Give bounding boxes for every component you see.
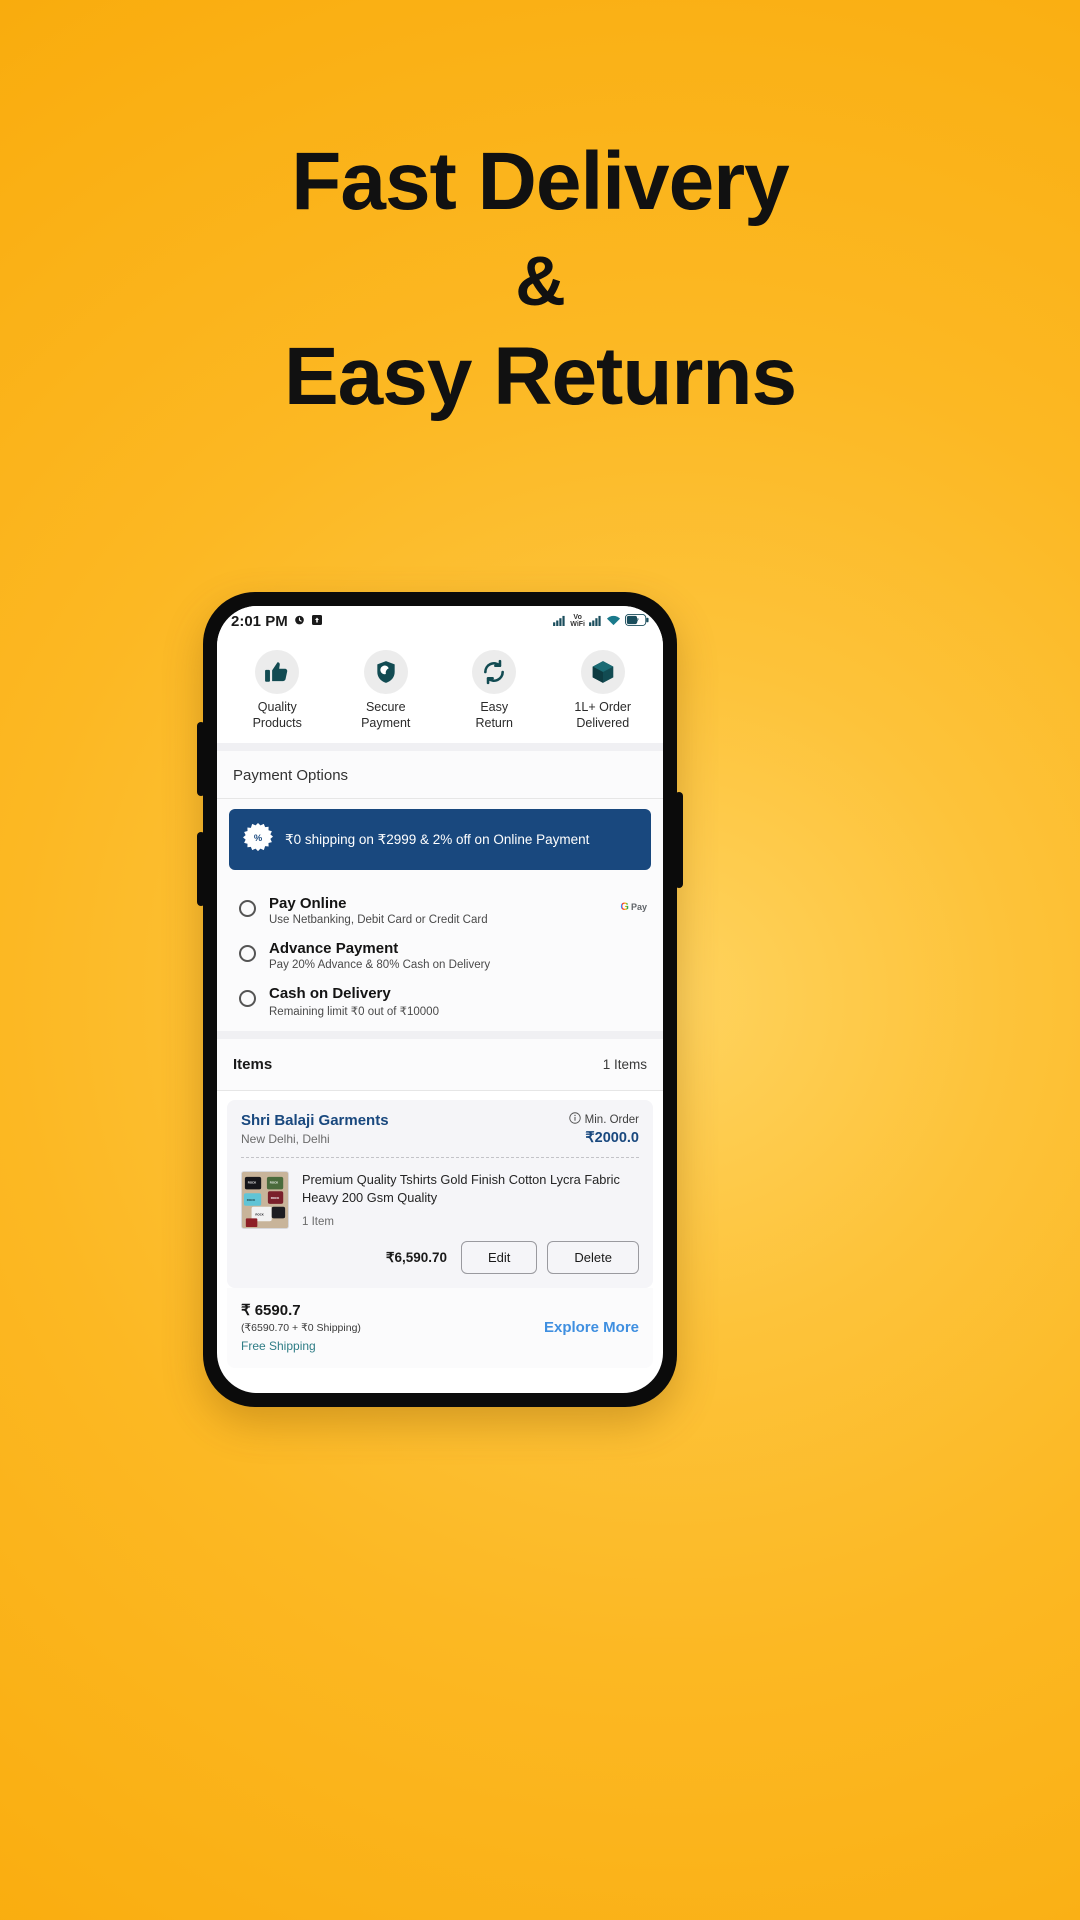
box-icon [580, 650, 625, 694]
payment-option-desc: Remaining limit ₹0 out of ₹10000 [269, 1006, 439, 1019]
order-summary: ₹ 6590.7 (₹6590.70 + ₹0 Shipping) Free S… [227, 1288, 653, 1369]
gpay-pay-text: Pay [630, 902, 647, 913]
payment-promo-banner[interactable]: % ₹0 shipping on ₹2999 & 2% off on Onlin… [229, 809, 651, 871]
product-row: ROCK ROCK ROCK ROCK ROCK Premium Quality T… [241, 1158, 639, 1230]
upload-icon [311, 613, 323, 630]
promo-headline: Fast Delivery & Easy Returns [0, 140, 1080, 419]
payment-option-desc: Pay 20% Advance & 80% Cash on Delivery [269, 959, 491, 972]
gpay-logo-icon: G Pay [620, 901, 647, 913]
status-bar: 2:01 PM Vo WiFi 7 [217, 606, 663, 636]
product-details: Premium Quality Tshirts Gold Finish Cott… [302, 1171, 639, 1229]
payment-option-advance-payment[interactable]: Advance Payment Pay 20% Advance & 80% Ca… [217, 933, 663, 978]
feature-strip: Quality Products Secure Payment Easy Ret… [217, 636, 663, 744]
min-order-label-row: Min. Order [568, 1112, 639, 1127]
product-price: ₹6,590.70 [385, 1249, 448, 1265]
svg-text:ROCK: ROCK [248, 1181, 257, 1185]
min-order-value: ₹2000.0 [585, 1130, 639, 1147]
delete-button[interactable]: Delete [547, 1241, 639, 1275]
edit-button[interactable]: Edit [461, 1241, 538, 1275]
phone-screen: 2:01 PM Vo WiFi 7 Quality Products Secur… [217, 606, 663, 1393]
min-order-info: Min. Order ₹2000.0 [568, 1112, 639, 1147]
section-gap [217, 743, 663, 752]
payment-options-list: Pay Online Use Netbanking, Debit Card or… [217, 884, 663, 1031]
divider [217, 1090, 663, 1092]
feature-secure-payment[interactable]: Secure Payment [332, 650, 441, 731]
feature-label: Quality Products [252, 700, 302, 730]
payment-option-name: Advance Payment [269, 940, 399, 958]
gpay-g-letter: G [620, 901, 629, 914]
divider [217, 798, 663, 800]
feature-easy-return[interactable]: Easy Return [440, 650, 549, 731]
payment-promo-text: ₹0 shipping on ₹2999 & 2% off on Online … [285, 831, 590, 847]
shield-moon-icon [363, 650, 408, 694]
phone-side-button-left-1 [197, 722, 205, 796]
product-title[interactable]: Premium Quality Tshirts Gold Finish Cott… [302, 1171, 639, 1207]
seller-location: New Delhi, Delhi [241, 1132, 330, 1147]
feature-label: 1L+ Order Delivered [574, 700, 632, 730]
seller-info[interactable]: Shri Balaji Garments New Delhi, Delhi [241, 1112, 389, 1146]
refresh-icon [472, 650, 517, 694]
phone-side-button-right [675, 792, 683, 888]
tshirts-photo[interactable]: ROCK ROCK ROCK ROCK ROCK [241, 1171, 289, 1230]
payment-option-body: Pay Online Use Netbanking, Debit Card or… [269, 895, 607, 926]
status-time: 2:01 PM [231, 612, 288, 630]
status-bar-left: 2:01 PM [231, 613, 323, 630]
svg-text:ROCK: ROCK [270, 1181, 279, 1185]
headline-line-3: Easy Returns [283, 331, 797, 423]
feature-quality-products[interactable]: Quality Products [223, 650, 332, 731]
section-gap [217, 1031, 663, 1040]
items-title: Items [233, 1056, 273, 1074]
seller-card: Shri Balaji Garments New Delhi, Delhi Mi… [227, 1100, 653, 1289]
payment-options-card: Payment Options % ₹0 shipping on ₹2999 &… [217, 751, 663, 1032]
alarm-icon [293, 613, 306, 630]
info-icon[interactable] [568, 1112, 581, 1127]
payment-options-title: Payment Options [233, 767, 349, 785]
min-order-label: Min. Order [584, 1113, 639, 1126]
items-header: Items 1 Items [217, 1039, 663, 1091]
payment-option-body: Cash on Delivery Remaining limit ₹0 out … [269, 985, 647, 1018]
seller-header: Shri Balaji Garments New Delhi, Delhi Mi… [241, 1112, 639, 1146]
volte-wifi-icon: Vo WiFi [570, 614, 585, 628]
svg-text:7: 7 [635, 617, 639, 624]
battery-icon: 7 [625, 613, 649, 630]
payment-option-pay-online[interactable]: Pay Online Use Netbanking, Debit Card or… [217, 888, 663, 933]
payment-option-cash-on-delivery[interactable]: Cash on Delivery Remaining limit ₹0 out … [217, 978, 663, 1025]
payment-option-name: Pay Online [269, 895, 347, 913]
phone-side-button-left-2 [197, 832, 205, 906]
payment-option-body: Advance Payment Pay 20% Advance & 80% Ca… [269, 940, 647, 971]
radio-button[interactable] [239, 945, 256, 963]
svg-text:ROCK: ROCK [247, 1198, 256, 1202]
explore-more-link[interactable]: Explore More [544, 1319, 639, 1336]
percent-badge-icon: % [243, 822, 273, 857]
signal2-icon [589, 613, 602, 630]
phone-mockup: 2:01 PM Vo WiFi 7 Quality Products Secur… [197, 592, 683, 1407]
headline-ampersand: & [515, 241, 566, 320]
feature-label: Secure Payment [361, 700, 411, 730]
svg-text:ROCK: ROCK [255, 1213, 264, 1217]
product-actions: ₹6,590.70 Edit Delete [241, 1229, 639, 1288]
payment-option-desc: Use Netbanking, Debit Card or Credit Car… [269, 914, 488, 927]
summary-total: ₹ 6590.7 [241, 1302, 301, 1320]
svg-text:%: % [254, 833, 263, 843]
svg-text:ROCK: ROCK [271, 1196, 280, 1200]
headline-line-1: Fast Delivery [291, 136, 790, 227]
signal-icon [553, 613, 566, 630]
feature-label: Easy Return [475, 700, 514, 730]
status-bar-right: Vo WiFi 7 [553, 613, 649, 630]
product-quantity: 1 Item [302, 1215, 334, 1228]
summary-breakdown: (₹6590.70 + ₹0 Shipping) [241, 1322, 361, 1335]
free-shipping-label: Free Shipping [241, 1339, 316, 1354]
items-count: 1 Items [602, 1057, 647, 1073]
wifi-icon [606, 613, 621, 630]
summary-left: ₹ 6590.7 (₹6590.70 + ₹0 Shipping) Free S… [241, 1301, 361, 1353]
seller-name[interactable]: Shri Balaji Garments [241, 1112, 389, 1129]
feature-orders-delivered[interactable]: 1L+ Order Delivered [549, 650, 658, 731]
thumbs-up-icon [255, 650, 300, 694]
radio-button[interactable] [239, 990, 256, 1008]
payment-option-name: Cash on Delivery [269, 985, 391, 1003]
radio-button[interactable] [239, 900, 256, 918]
